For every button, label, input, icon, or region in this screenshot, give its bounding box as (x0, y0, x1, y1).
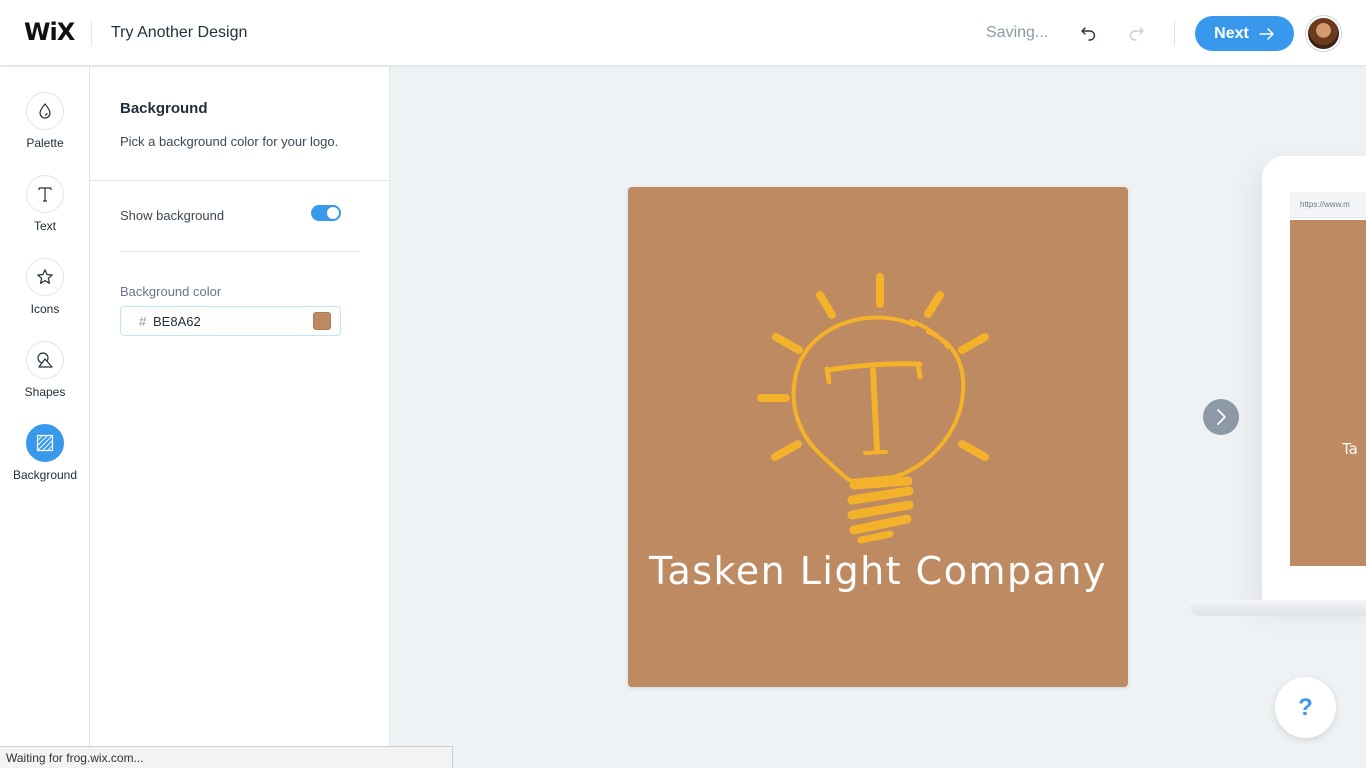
mockup-screen: Ta (1290, 220, 1366, 566)
left-rail: Palette Text Icons Shapes Background (0, 67, 90, 768)
shapes-icon (37, 352, 53, 368)
rail-item-label: Palette (26, 136, 64, 150)
mockup-url: https://www.m (1300, 200, 1350, 209)
panel-subtitle: Pick a background color for your logo. (120, 134, 339, 149)
show-background-label: Show background (120, 208, 225, 223)
color-swatch[interactable] (313, 312, 331, 330)
chevron-right-icon (1217, 409, 1226, 425)
company-name: Tasken Light Company (649, 549, 1107, 593)
star-icon (37, 269, 53, 284)
rail-item-label: Shapes (24, 385, 66, 399)
panel-title: Background (120, 100, 208, 117)
redo-icon[interactable] (1123, 20, 1149, 46)
top-bar: WiX Try Another Design Saving... Next (0, 0, 1366, 66)
hash-symbol: # (139, 314, 147, 329)
hex-color-input[interactable] (153, 312, 303, 330)
next-button-label: Next (1214, 24, 1249, 42)
mockup-address-bar: https://www.m (1290, 192, 1366, 218)
panel-divider (120, 251, 360, 252)
wix-logo[interactable]: WiX (24, 18, 75, 46)
rail-item-label: Icons (30, 302, 60, 316)
background-color-field: # (120, 306, 341, 336)
rail-item-label: Background (12, 468, 78, 482)
rail-item-shapes[interactable]: Shapes (0, 341, 90, 411)
rail-item-label: Text (33, 219, 56, 233)
background-panel: Background Pick a background color for y… (90, 67, 390, 768)
background-hatch-icon (36, 434, 54, 452)
rail-item-background[interactable]: Background (0, 424, 90, 494)
help-button[interactable]: ? (1275, 677, 1336, 738)
drop-icon (39, 103, 51, 119)
try-another-design-link[interactable]: Try Another Design (111, 24, 247, 42)
logo-preview[interactable]: Tasken Light Company (628, 187, 1128, 687)
panel-divider (90, 180, 389, 181)
text-t-icon (38, 187, 52, 202)
rail-item-palette[interactable]: Palette (0, 92, 90, 162)
mockup-logo-text: Ta (1342, 440, 1358, 458)
help-button-label: ? (1298, 693, 1313, 721)
next-button[interactable]: Next (1195, 16, 1294, 51)
user-avatar[interactable] (1306, 16, 1341, 51)
lightbulb-icon (757, 273, 989, 544)
arrow-right-icon (1259, 27, 1274, 40)
laptop-mockup: https://www.m Ta (1262, 156, 1366, 602)
rail-item-icons[interactable]: Icons (0, 258, 90, 328)
rail-item-text[interactable]: Text (0, 175, 90, 245)
undo-icon[interactable] (1076, 20, 1102, 46)
background-color-label: Background color (120, 284, 222, 299)
next-design-button[interactable] (1203, 399, 1239, 435)
header-divider (91, 20, 92, 46)
saving-status: Saving... (986, 24, 1049, 41)
laptop-base (1190, 600, 1366, 616)
browser-status-bar: Waiting for frog.wix.com... (0, 746, 453, 768)
show-background-toggle[interactable] (311, 205, 341, 221)
toggle-knob (327, 207, 339, 219)
header-divider (1174, 20, 1175, 46)
